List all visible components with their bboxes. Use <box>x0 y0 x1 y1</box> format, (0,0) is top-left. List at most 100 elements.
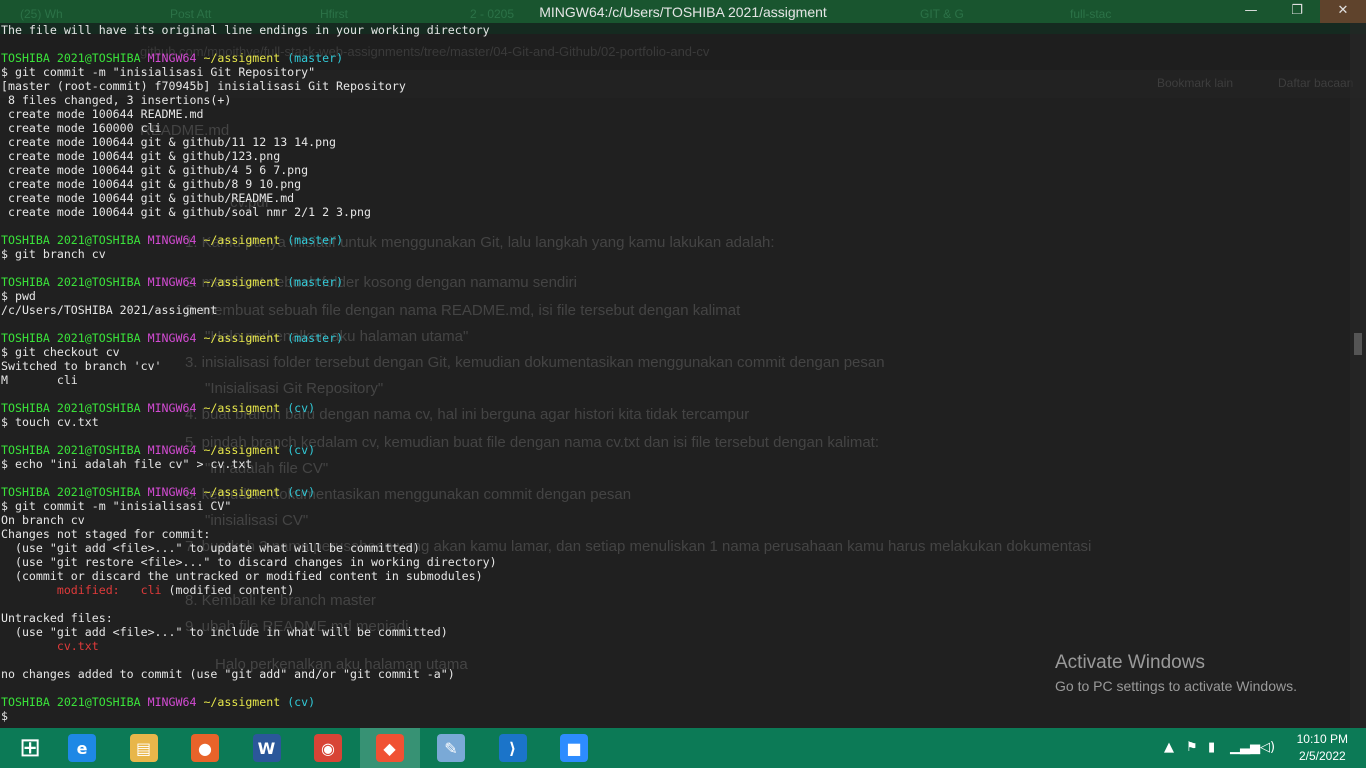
terminal-line: (use "git add <file>..." to include in w… <box>0 625 1350 639</box>
taskbar-app[interactable]: ◉ <box>298 728 358 768</box>
terminal-text-segment: $ echo "ini adalah file cv" > cv.txt <box>1 457 253 471</box>
terminal-text-segment: Changes not staged for commit: <box>1 527 211 541</box>
terminal-line: no changes added to commit (use "git add… <box>0 667 1350 681</box>
terminal-text-segment: create mode 100644 git & github/4 5 6 7.… <box>1 163 309 177</box>
terminal-output[interactable]: The file will have its original line end… <box>0 23 1350 728</box>
terminal-line: 8 files changed, 3 insertions(+) <box>0 93 1350 107</box>
terminal-line: create mode 100644 git & github/4 5 6 7.… <box>0 163 1350 177</box>
terminal-line: The file will have its original line end… <box>0 23 1350 37</box>
terminal-text-segment: create mode 100644 git & github/123.png <box>1 149 281 163</box>
taskbar-app[interactable]: ◆ <box>359 728 420 768</box>
terminal-line: TOSHIBA 2021@TOSHIBA MINGW64 ~/assigment… <box>0 233 1350 247</box>
clock-date: 2/5/2022 <box>1298 749 1346 763</box>
terminal-line: (commit or discard the untracked or modi… <box>0 569 1350 583</box>
terminal-text-segment: [master (root-commit) f70945b] inisialis… <box>1 79 406 93</box>
terminal-text-segment: create mode 160000 cli <box>1 121 162 135</box>
flag-icon[interactable]: ⚑ <box>1186 740 1198 755</box>
taskbar-app[interactable]: ● <box>175 728 235 768</box>
terminal-title-bar[interactable]: MINGW64:/c/Users/TOSHIBA 2021/assigment … <box>0 0 1366 23</box>
terminal-line: TOSHIBA 2021@TOSHIBA MINGW64 ~/assigment… <box>0 443 1350 457</box>
terminal-text-segment: create mode 100644 README.md <box>1 107 204 121</box>
terminal-text-segment: TOSHIBA 2021@TOSHIBA <box>1 485 148 499</box>
terminal-text-segment: (cv) <box>287 443 316 457</box>
terminal-text-segment: create mode 100644 git & github/8 9 10.p… <box>1 177 302 191</box>
internet-explorer-icon: e <box>68 734 96 762</box>
terminal-text-segment: ~/assigment <box>203 401 288 415</box>
terminal-line: /c/Users/TOSHIBA 2021/assigment <box>0 303 1350 317</box>
terminal-text-segment: ~/assigment <box>203 485 288 499</box>
terminal-text-segment: (master) <box>287 233 344 247</box>
window-title: MINGW64:/c/Users/TOSHIBA 2021/assigment <box>539 4 827 20</box>
close-button[interactable]: ✕ <box>1320 0 1366 23</box>
terminal-line: [master (root-commit) f70945b] inisialis… <box>0 79 1350 93</box>
terminal-text-segment: M cli <box>1 373 78 387</box>
terminal-line: $ <box>0 709 1350 723</box>
terminal-text-segment: $ pwd <box>1 289 36 303</box>
terminal-line: TOSHIBA 2021@TOSHIBA MINGW64 ~/assigment… <box>0 51 1350 65</box>
terminal-text-segment: MINGW64 <box>147 233 204 247</box>
terminal-line: create mode 100644 git & github/README.m… <box>0 191 1350 205</box>
terminal-line: $ git checkout cv <box>0 345 1350 359</box>
terminal-line: Untracked files: <box>0 611 1350 625</box>
taskbar-app[interactable]: ⟩ <box>483 728 543 768</box>
scrollbar-thumb[interactable] <box>1354 333 1362 355</box>
terminal-line: $ touch cv.txt <box>0 415 1350 429</box>
terminal-line: $ git branch cv <box>0 247 1350 261</box>
volume-icon[interactable]: ◁) <box>1260 740 1275 755</box>
terminal-text-segment: (cv) <box>287 485 316 499</box>
terminal-line: create mode 100644 git & github/11 12 13… <box>0 135 1350 149</box>
terminal-text-segment: $ git commit -m "inisialisasi CV" <box>1 499 232 513</box>
terminal-line: TOSHIBA 2021@TOSHIBA MINGW64 ~/assigment… <box>0 485 1350 499</box>
terminal-text-segment: create mode 100644 git & github/11 12 13… <box>1 135 337 149</box>
terminal-text-segment: TOSHIBA 2021@TOSHIBA <box>1 331 148 345</box>
taskbar-app[interactable]: e <box>52 728 112 768</box>
terminal-text-segment: modified: cli <box>1 583 169 597</box>
battery-icon[interactable]: ▮ <box>1208 740 1215 755</box>
terminal-line: On branch cv <box>0 513 1350 527</box>
terminal-text-segment: (master) <box>287 275 344 289</box>
terminal-text-segment: (use "git add <file>..." to include in w… <box>1 625 448 639</box>
terminal-line: create mode 160000 cli <box>0 121 1350 135</box>
terminal-scrollbar[interactable] <box>1350 23 1366 728</box>
firefox-icon: ● <box>191 734 219 762</box>
git-icon: ◆ <box>375 734 404 762</box>
taskbar-app[interactable]: ⊞ <box>0 728 60 768</box>
terminal-line: create mode 100644 README.md <box>0 107 1350 121</box>
maximize-button[interactable]: ❐ <box>1274 0 1320 23</box>
terminal-line: TOSHIBA 2021@TOSHIBA MINGW64 ~/assigment… <box>0 275 1350 289</box>
terminal-text-segment: create mode 100644 git & github/soal nmr… <box>1 205 371 219</box>
terminal-line: TOSHIBA 2021@TOSHIBA MINGW64 ~/assigment… <box>0 331 1350 345</box>
clock[interactable]: 10:10 PM 2/5/2022 <box>1297 731 1348 765</box>
minimize-button[interactable]: — <box>1228 0 1274 23</box>
network-icon[interactable]: ▁▃▅ <box>1230 740 1260 755</box>
terminal-line: $ echo "ini adalah file cv" > cv.txt <box>0 457 1350 471</box>
terminal-text-segment: MINGW64 <box>147 275 204 289</box>
terminal-text-segment: $ touch cv.txt <box>1 415 99 429</box>
terminal-line: create mode 100644 git & github/123.png <box>0 149 1350 163</box>
terminal-text-segment: ~/assigment <box>203 233 288 247</box>
terminal-text-segment: TOSHIBA 2021@TOSHIBA <box>1 275 148 289</box>
terminal-text-segment: ~/assigment <box>203 275 288 289</box>
terminal-text-segment: (use "git add <file>..." to update what … <box>1 541 420 555</box>
terminal-line: modified: cli (modified content) <box>0 583 1350 597</box>
taskbar-app[interactable]: ■ <box>544 728 604 768</box>
terminal-text-segment: $ git checkout cv <box>1 345 120 359</box>
terminal-text-segment: TOSHIBA 2021@TOSHIBA <box>1 695 148 709</box>
terminal-line: TOSHIBA 2021@TOSHIBA MINGW64 ~/assigment… <box>0 401 1350 415</box>
terminal-text-segment: MINGW64 <box>147 51 204 65</box>
taskbar-app[interactable]: ✎ <box>421 728 481 768</box>
chrome-icon: ◉ <box>314 734 342 762</box>
terminal-text-segment: 8 files changed, 3 insertions(+) <box>1 93 232 107</box>
taskbar-app[interactable]: W <box>237 728 297 768</box>
terminal-text-segment: $ git branch cv <box>1 247 106 261</box>
terminal-text-segment: ~/assigment <box>203 695 288 709</box>
terminal-text-segment: TOSHIBA 2021@TOSHIBA <box>1 51 148 65</box>
taskbar-app[interactable]: ▤ <box>114 728 174 768</box>
terminal-line: create mode 100644 git & github/8 9 10.p… <box>0 177 1350 191</box>
clock-time: 10:10 PM <box>1296 732 1348 746</box>
tray-expand-icon[interactable]: ▲ <box>1164 740 1174 755</box>
